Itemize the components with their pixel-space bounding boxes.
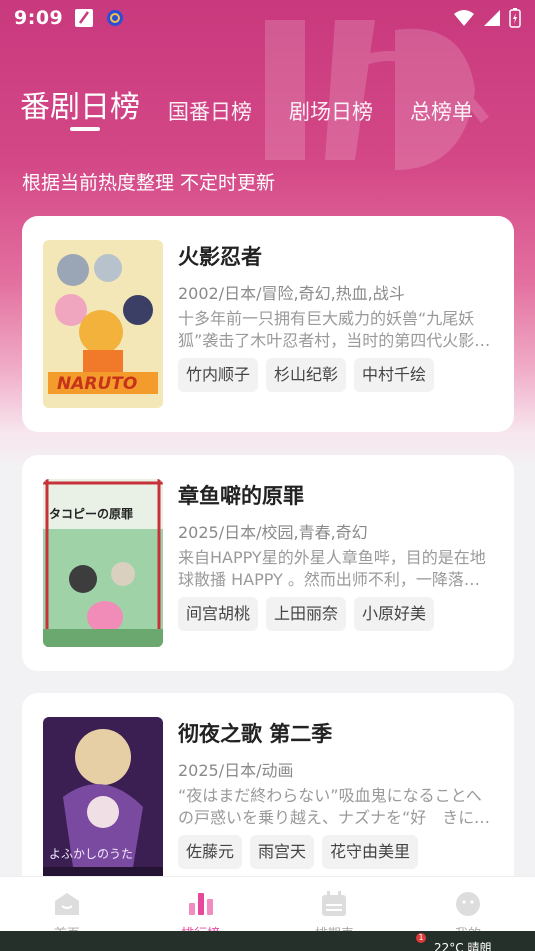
tab-theater-daily[interactable]: 剧场日榜 (289, 96, 373, 126)
wifi-icon (454, 10, 474, 26)
cast-tags: 间宫胡桃 上田丽奈 小原好美 (178, 597, 435, 631)
anime-cover: タコピーの原罪 (43, 479, 163, 647)
anime-cover: よふかしのうた (43, 717, 163, 885)
edit-note-icon (75, 9, 94, 27)
anime-card[interactable]: タコピーの原罪 章鱼噼的原罪 2025/日本/校园,青春,奇幻 来自HAPPY星… (22, 455, 514, 671)
bottom-navigation: 首页 排行榜 排期表 我的 (0, 876, 535, 942)
profile-icon (456, 892, 481, 916)
cast-tags: 竹内顺子 杉山纪彰 中村千绘 (178, 358, 435, 392)
tab-overall[interactable]: 总榜单 (410, 96, 473, 126)
status-bar: 9:09 (0, 0, 535, 36)
cast-tag[interactable]: 间宫胡桃 (178, 597, 259, 631)
tab-domestic-daily[interactable]: 国番日榜 (168, 96, 252, 126)
anime-card[interactable]: NARUTO 火影忍者 2002/日本/冒险,奇幻,热血,战斗 十多年前一只拥有… (22, 216, 514, 432)
cast-tag[interactable]: 佐藤元 (178, 835, 243, 869)
status-time: 9:09 (14, 7, 64, 29)
battery-charging-icon (509, 8, 521, 28)
tab-anime-daily[interactable]: 番剧日榜 (20, 82, 140, 126)
cast-tags: 佐藤元 雨宫天 花守由美里 (178, 835, 419, 869)
nav-home[interactable]: 首页 (0, 877, 134, 942)
anime-meta: 2025/日本/动画 (178, 761, 294, 780)
nav-schedule[interactable]: 排期表 (268, 877, 402, 942)
shield-app-icon (107, 10, 124, 26)
cover-title-text: NARUTO (57, 374, 138, 394)
anime-meta: 2025/日本/校园,青春,奇幻 (178, 523, 368, 542)
anime-description: 十多年前一只拥有巨大威力的妖兽“九尾妖狐”袭击了木叶忍者村，当时的第四代火影率领… (178, 309, 491, 350)
cast-tag[interactable]: 中村千绘 (354, 358, 435, 392)
anime-title: 彻夜之歌 第二季 (178, 722, 333, 746)
anime-description: 来自HAPPY星的外星人章鱼哔，目的是在地球散播 HAPPY 。然而出师不利，一… (178, 548, 486, 589)
anime-cover: NARUTO (43, 240, 163, 408)
weather-readout: 22°C 晴朗 (434, 941, 492, 951)
cast-tag[interactable]: 花守由美里 (322, 835, 419, 869)
cast-tag[interactable]: 雨宫天 (250, 835, 315, 869)
anime-meta: 2002/日本/冒险,奇幻,热血,战斗 (178, 284, 405, 303)
calendar-icon (322, 891, 347, 916)
cover-title-text: タコピーの原罪 (49, 507, 134, 521)
anime-description: “夜はまだ終わらない”吸血鬼になることへの戸惑いを乗り越え、ナズナを“好 きにさ… (178, 786, 490, 827)
cast-tag[interactable]: 小原好美 (354, 597, 435, 631)
cast-tag[interactable]: 上田丽奈 (266, 597, 347, 631)
ranking-tabs: 番剧日榜 国番日榜 剧场日榜 总榜单 (20, 82, 510, 131)
cast-tag[interactable]: 竹内顺子 (178, 358, 259, 392)
nav-profile[interactable]: 我的 (401, 877, 535, 942)
home-icon (54, 893, 79, 915)
nav-ranking[interactable]: 排行榜 (134, 877, 268, 942)
ranking-icon (188, 893, 213, 915)
active-tab-indicator (70, 127, 100, 131)
anime-title: 火影忍者 (178, 245, 262, 269)
notification-badge: 1 (416, 933, 426, 943)
cover-title-text: よふかしのうた (49, 847, 134, 861)
host-taskbar: 1 22°C 晴朗 (0, 931, 535, 951)
cellular-signal-icon (484, 10, 500, 26)
cast-tag[interactable]: 杉山纪彰 (266, 358, 347, 392)
ranking-subtitle: 根据当前热度整理 不定时更新 (22, 172, 276, 194)
anime-title: 章鱼噼的原罪 (178, 484, 304, 508)
